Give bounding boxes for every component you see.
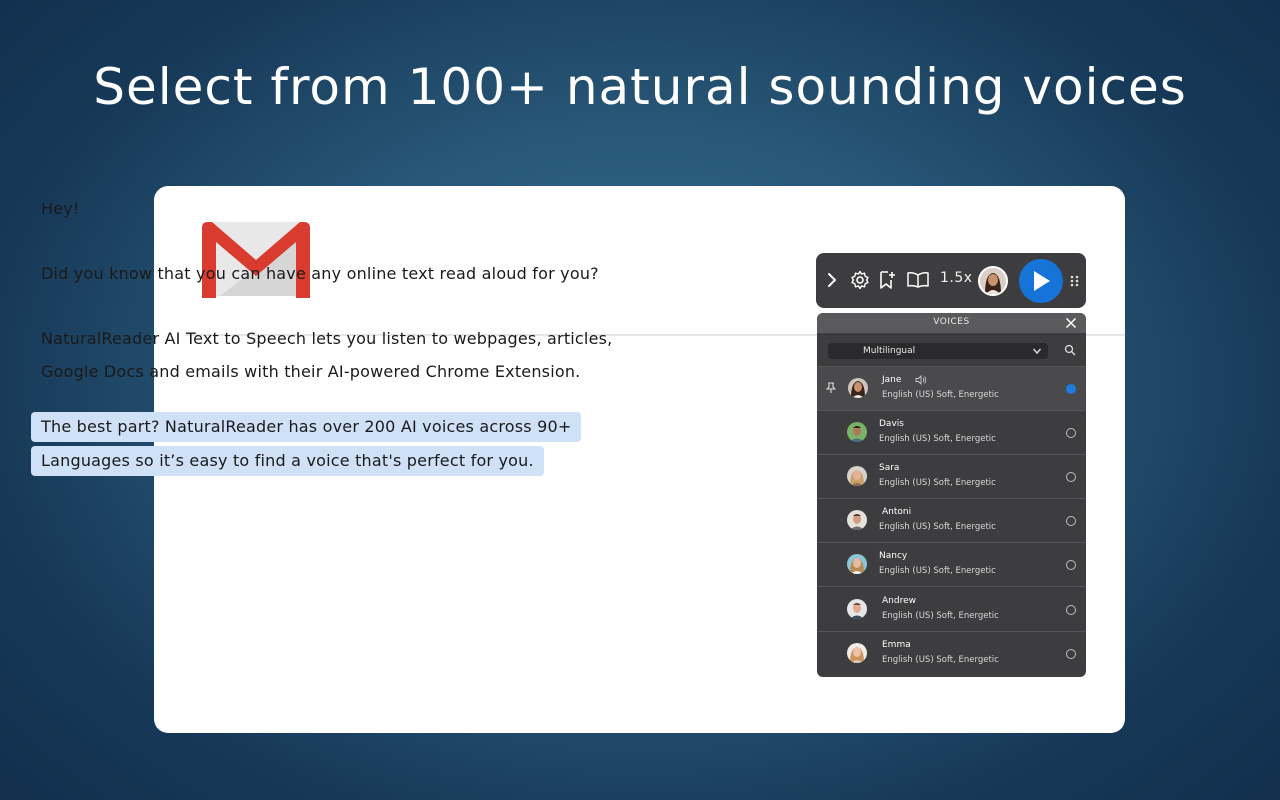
close-icon[interactable] bbox=[1065, 317, 1077, 329]
playback-speed[interactable]: 1.5x bbox=[940, 270, 973, 286]
voice-description: English (US) Soft, Energetic bbox=[879, 478, 996, 488]
voice-avatar bbox=[847, 643, 867, 663]
selected-voice-avatar[interactable] bbox=[978, 266, 1008, 296]
voice-radio[interactable] bbox=[1066, 649, 1076, 659]
voice-name: Emma bbox=[882, 640, 911, 650]
voice-radio-selected[interactable] bbox=[1066, 384, 1076, 394]
voice-name: Davis bbox=[879, 419, 904, 429]
chevron-right-icon[interactable] bbox=[820, 268, 844, 292]
voice-name: Jane bbox=[882, 375, 902, 385]
voice-name: Andrew bbox=[882, 596, 916, 606]
book-icon[interactable] bbox=[905, 268, 931, 292]
voice-radio[interactable] bbox=[1066, 560, 1076, 570]
voice-avatar bbox=[848, 378, 868, 398]
play-button[interactable] bbox=[1019, 259, 1063, 303]
voice-name: Sara bbox=[879, 463, 900, 473]
voice-avatar bbox=[847, 510, 867, 530]
voice-description: English (US) Soft, Energetic bbox=[882, 611, 999, 621]
voice-radio[interactable] bbox=[1066, 472, 1076, 482]
chevron-down-icon bbox=[1032, 348, 1042, 355]
voice-row-andrew[interactable]: Andrew English (US) Soft, Energetic bbox=[817, 588, 1086, 632]
voice-row-sara[interactable]: Sara English (US) Soft, Energetic bbox=[817, 455, 1086, 499]
search-icon[interactable] bbox=[1064, 344, 1076, 356]
voice-row-antoni[interactable]: Antoni English (US) Soft, Energetic bbox=[817, 499, 1086, 543]
voice-avatar bbox=[847, 422, 867, 442]
voice-description: English (US) Soft, Energetic bbox=[879, 522, 996, 532]
voices-panel-title: VOICES bbox=[933, 317, 970, 327]
voice-row-emma[interactable]: Emma English (US) Soft, Energetic bbox=[817, 632, 1086, 676]
voices-panel: VOICES Multilingual Jane English (US) So… bbox=[817, 313, 1086, 677]
play-icon bbox=[1034, 271, 1050, 291]
language-select-value: Multilingual bbox=[863, 346, 916, 356]
voice-avatar bbox=[847, 599, 867, 619]
email-paragraph-2-line-1: NaturalReader AI Text to Speech lets you… bbox=[41, 329, 613, 348]
reader-toolbar: 1.5x bbox=[816, 253, 1086, 308]
email-paragraph-1: Did you know that you can have any onlin… bbox=[41, 264, 599, 283]
voice-row-nancy[interactable]: Nancy English (US) Soft, Energetic bbox=[817, 543, 1086, 587]
voice-radio[interactable] bbox=[1066, 605, 1076, 615]
voice-name: Nancy bbox=[879, 551, 908, 561]
speaker-icon[interactable] bbox=[915, 375, 927, 385]
voice-radio[interactable] bbox=[1066, 428, 1076, 438]
voice-avatar bbox=[847, 466, 867, 486]
voice-description: English (US) Soft, Energetic bbox=[879, 566, 996, 576]
highlighted-line-2: Languages so it’s easy to find a voice t… bbox=[31, 446, 544, 476]
voice-description: English (US) Soft, Energetic bbox=[882, 390, 999, 400]
voice-description: English (US) Soft, Energetic bbox=[882, 655, 999, 665]
voice-description: English (US) Soft, Energetic bbox=[879, 434, 996, 444]
voice-row-davis[interactable]: Davis English (US) Soft, Energetic bbox=[817, 411, 1086, 455]
voices-filter-row: Multilingual bbox=[817, 333, 1086, 367]
voice-name: Antoni bbox=[882, 507, 912, 517]
voice-radio[interactable] bbox=[1066, 516, 1076, 526]
email-greeting: Hey! bbox=[41, 199, 80, 218]
highlighted-line-1: The best part? NaturalReader has over 20… bbox=[31, 412, 582, 442]
email-paragraph-2-line-2: Google Docs and emails with their AI-pow… bbox=[41, 362, 581, 381]
voice-row-jane[interactable]: Jane English (US) Soft, Energetic bbox=[817, 367, 1086, 411]
voices-panel-header: VOICES bbox=[817, 313, 1086, 333]
drag-handle-icon[interactable] bbox=[1070, 275, 1080, 287]
pin-icon[interactable] bbox=[826, 382, 836, 394]
gear-icon[interactable] bbox=[848, 268, 872, 292]
page-headline: Select from 100+ natural sounding voices bbox=[93, 58, 1187, 116]
bookmark-add-icon[interactable] bbox=[875, 268, 899, 292]
language-select[interactable]: Multilingual bbox=[828, 343, 1048, 359]
voice-avatar bbox=[847, 554, 867, 574]
